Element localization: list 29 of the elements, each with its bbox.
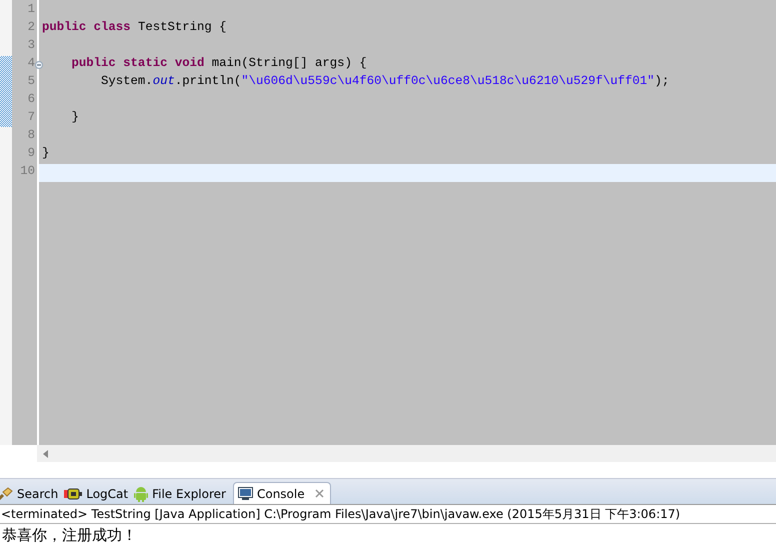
line-number: 4 — [28, 56, 35, 70]
close-icon[interactable] — [314, 489, 324, 498]
view-tab[interactable]: Console — [232, 482, 331, 504]
range-indicator — [0, 56, 12, 127]
code-line: } — [42, 146, 50, 162]
line-number: 2 — [28, 20, 35, 34]
line-number: 3 — [28, 38, 35, 52]
android-icon — [134, 486, 148, 502]
line-number: 1 — [28, 2, 35, 16]
line-number: 7 — [28, 110, 35, 124]
monitor-icon — [238, 486, 253, 500]
console-output: 恭喜你，注册成功！ — [1, 525, 138, 546]
code-line: public static void main(String[] args) { — [70, 56, 367, 72]
line-number: 6 — [28, 92, 35, 106]
scroll-left-icon[interactable] — [43, 450, 48, 458]
code-line: System.out.println("\u606d\u559c\u4f60\uff0c\u6ce8\u518c\u6210\u529f\uff01"); — [100, 74, 670, 90]
view-tab[interactable]: File Explorer — [133, 482, 231, 504]
line-number: 10 — [20, 164, 35, 178]
code-line: } — [70, 110, 79, 126]
code-line: public class TestString { — [42, 20, 226, 36]
console-status: <terminated> TestString [Java Application] C:\Program Files\Java\jre7\bin\javaw.exe (2015年5月31日 下午3:06:17) — [0, 505, 776, 524]
view-tab[interactable]: LogCat — [63, 482, 134, 504]
line-number: 9 — [28, 146, 35, 160]
collapse-icon[interactable] — [35, 61, 43, 69]
line-number: 5 — [28, 74, 35, 88]
flashlight-icon — [0, 486, 13, 500]
logcat-icon — [64, 486, 82, 500]
view-tab[interactable]: Search — [0, 482, 64, 504]
line-number: 8 — [28, 128, 35, 142]
